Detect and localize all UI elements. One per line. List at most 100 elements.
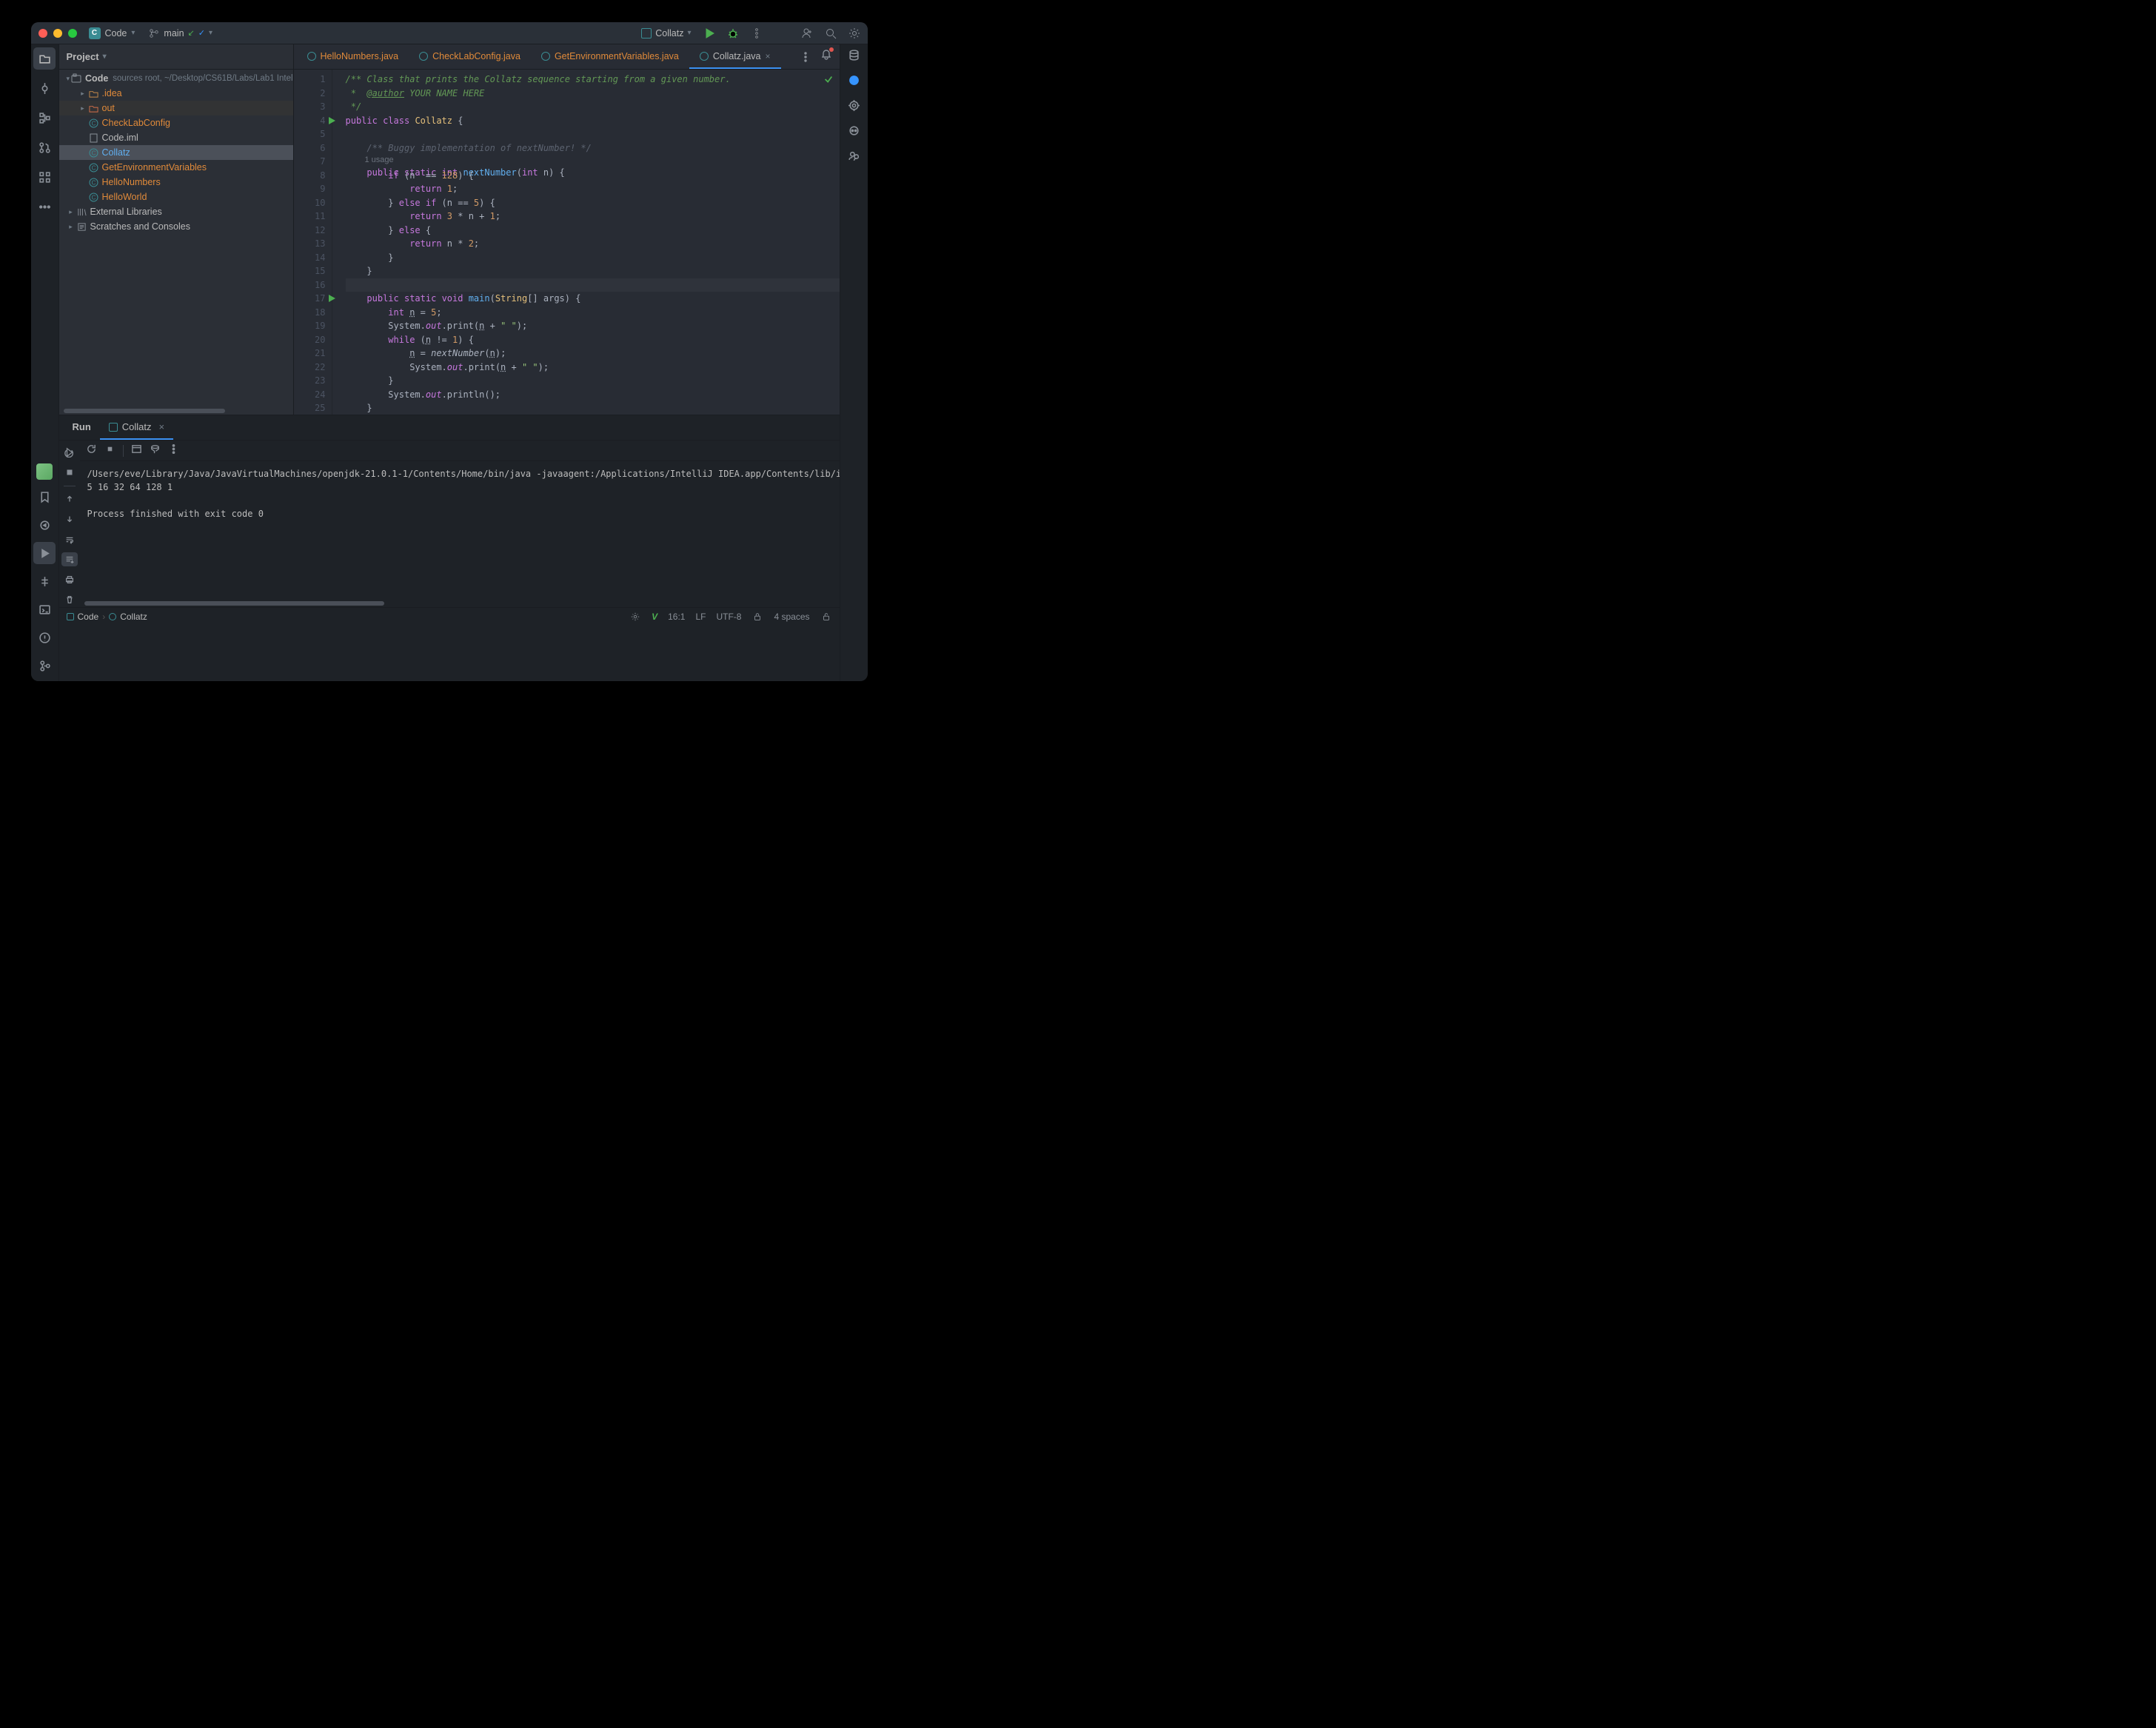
power-save-icon[interactable]: V bbox=[652, 612, 657, 622]
services-tool-button[interactable] bbox=[33, 166, 56, 188]
scroll-down-button[interactable] bbox=[61, 512, 78, 526]
tree-label: External Libraries bbox=[90, 207, 162, 217]
close-tab-icon[interactable]: × bbox=[159, 421, 165, 432]
print-button[interactable] bbox=[61, 572, 78, 586]
debug-tool-button[interactable] bbox=[33, 514, 56, 536]
bookmarks-tool-button[interactable] bbox=[33, 486, 56, 508]
tree-file-hellonumbers[interactable]: C HelloNumbers bbox=[59, 175, 293, 190]
run-panel-title[interactable]: Run bbox=[64, 415, 100, 440]
tab-getenv[interactable]: GetEnvironmentVariables.java bbox=[531, 44, 689, 69]
tab-label: Collatz.java bbox=[713, 51, 761, 61]
java-class-icon bbox=[109, 613, 116, 620]
tree-label: Collatz bbox=[102, 147, 130, 158]
gutter-run-icon[interactable] bbox=[327, 293, 336, 307]
tab-collatz[interactable]: Collatz.java × bbox=[689, 44, 781, 69]
project-tree[interactable]: ▾ Code sources root, ~/Desktop/CS61B/Lab… bbox=[59, 70, 293, 406]
code-with-me-icon[interactable] bbox=[801, 27, 813, 39]
tree-label: CheckLabConfig bbox=[102, 118, 170, 128]
tree-label: HelloNumbers bbox=[102, 177, 161, 187]
zoom-window[interactable] bbox=[68, 29, 77, 38]
tree-file-checklabconfig[interactable]: C CheckLabConfig bbox=[59, 115, 293, 130]
more-icon[interactable] bbox=[168, 443, 179, 458]
breadcrumb[interactable]: Code › Collatz bbox=[67, 612, 147, 622]
pull-requests-tool-button[interactable] bbox=[33, 136, 56, 158]
branch-name: main bbox=[164, 28, 184, 38]
console-output[interactable]: /Users/eve/Library/Java/JavaVirtualMachi… bbox=[80, 461, 840, 598]
debug-button[interactable] bbox=[727, 27, 739, 39]
tab-hellonumbers[interactable]: HelloNumbers.java bbox=[297, 44, 409, 69]
tree-file-collatz[interactable]: C Collatz bbox=[59, 145, 293, 160]
run-config-selector[interactable]: Collatz ▾ bbox=[641, 28, 691, 38]
git-tool-button[interactable] bbox=[33, 654, 56, 677]
run-tool-button[interactable] bbox=[33, 542, 56, 564]
tree-file-code-iml[interactable]: Code.iml bbox=[59, 130, 293, 145]
soft-wrap-button[interactable] bbox=[61, 532, 78, 546]
status-bar: Code › Collatz V 16:1 LF UTF-8 4 spaces bbox=[59, 607, 840, 625]
search-icon[interactable] bbox=[825, 27, 837, 39]
project-selector[interactable]: C Code ▾ bbox=[89, 27, 135, 39]
editor-gutter[interactable]: 1234567891011121314151617181920212223242… bbox=[294, 70, 332, 415]
tree-file-getenv[interactable]: C GetEnvironmentVariables bbox=[59, 160, 293, 175]
tree-scratches[interactable]: ▸ Scratches and Consoles bbox=[59, 219, 293, 234]
chevron-down-icon: ▾ bbox=[131, 29, 135, 37]
database-tool-icon[interactable] bbox=[848, 49, 860, 65]
project-panel-title: Project bbox=[67, 51, 99, 62]
build-tool-button[interactable] bbox=[33, 570, 56, 592]
console-h-scrollbar[interactable] bbox=[84, 600, 835, 607]
indent-setting[interactable]: 4 spaces bbox=[774, 612, 809, 622]
line-separator[interactable]: LF bbox=[695, 612, 706, 622]
close-window[interactable] bbox=[38, 29, 47, 38]
project-panel-header[interactable]: Project ▾ bbox=[59, 44, 293, 70]
inspection-ok-icon[interactable] bbox=[823, 74, 834, 88]
project-tool-button[interactable] bbox=[33, 47, 56, 70]
svg-text:C: C bbox=[91, 164, 96, 171]
copilot-icon[interactable] bbox=[848, 124, 860, 141]
collaborate-icon[interactable] bbox=[848, 150, 860, 166]
layout-icon[interactable] bbox=[131, 443, 142, 458]
settings-icon[interactable] bbox=[848, 27, 860, 39]
tree-folder-idea[interactable]: ▸ .idea bbox=[59, 86, 293, 101]
minimize-window[interactable] bbox=[53, 29, 62, 38]
status-settings-icon[interactable] bbox=[629, 611, 641, 623]
scroll-up-button[interactable] bbox=[61, 492, 78, 506]
python-console-icon[interactable] bbox=[36, 463, 53, 480]
rerun-button[interactable] bbox=[61, 445, 78, 459]
close-tab-icon[interactable]: × bbox=[765, 51, 770, 61]
more-actions-icon[interactable] bbox=[751, 27, 763, 39]
tree-file-helloworld[interactable]: C HelloWorld bbox=[59, 190, 293, 204]
breadcrumb-class: Collatz bbox=[120, 612, 147, 622]
readonly-icon[interactable] bbox=[751, 611, 763, 623]
notifications-icon[interactable] bbox=[820, 49, 832, 64]
tab-label: HelloNumbers.java bbox=[321, 51, 399, 61]
vcs-branch[interactable]: main ↙ ✓ ▾ bbox=[148, 27, 212, 39]
structure-tool-button[interactable] bbox=[33, 107, 56, 129]
project-name: Code bbox=[105, 28, 127, 38]
caret-position[interactable]: 16:1 bbox=[668, 612, 685, 622]
clear-button[interactable] bbox=[61, 593, 78, 607]
tree-root[interactable]: ▾ Code sources root, ~/Desktop/CS61B/Lab… bbox=[59, 71, 293, 86]
run-button[interactable] bbox=[703, 27, 715, 39]
filter-icon[interactable] bbox=[150, 443, 161, 458]
stop-button[interactable] bbox=[61, 465, 78, 479]
more-tools-button[interactable] bbox=[33, 195, 56, 218]
terminal-tool-button[interactable] bbox=[33, 598, 56, 620]
ai-assistant-icon[interactable] bbox=[848, 99, 860, 115]
svg-text:C: C bbox=[91, 194, 96, 201]
ai-chat-icon[interactable] bbox=[848, 74, 860, 90]
tab-checklabconfig[interactable]: CheckLabConfig.java bbox=[409, 44, 531, 69]
code-editor[interactable]: /** Class that prints the Collatz sequen… bbox=[332, 70, 840, 415]
gutter-run-icon[interactable] bbox=[327, 115, 336, 130]
run-config-tab[interactable]: Collatz × bbox=[100, 415, 173, 440]
scroll-to-end-button[interactable] bbox=[61, 552, 78, 566]
rerun-icon[interactable] bbox=[86, 443, 97, 458]
tab-more-icon[interactable] bbox=[800, 51, 811, 63]
file-encoding[interactable]: UTF-8 bbox=[716, 612, 741, 622]
status-lock-icon[interactable] bbox=[820, 611, 832, 623]
tree-folder-out[interactable]: ▸ out bbox=[59, 101, 293, 115]
stop-icon[interactable] bbox=[104, 443, 116, 458]
tree-external-libraries[interactable]: ▸ External Libraries bbox=[59, 204, 293, 219]
commit-tool-button[interactable] bbox=[33, 77, 56, 99]
left-tool-stripe bbox=[31, 44, 59, 681]
problems-tool-button[interactable] bbox=[33, 626, 56, 649]
tree-h-scrollbar[interactable] bbox=[64, 407, 289, 415]
